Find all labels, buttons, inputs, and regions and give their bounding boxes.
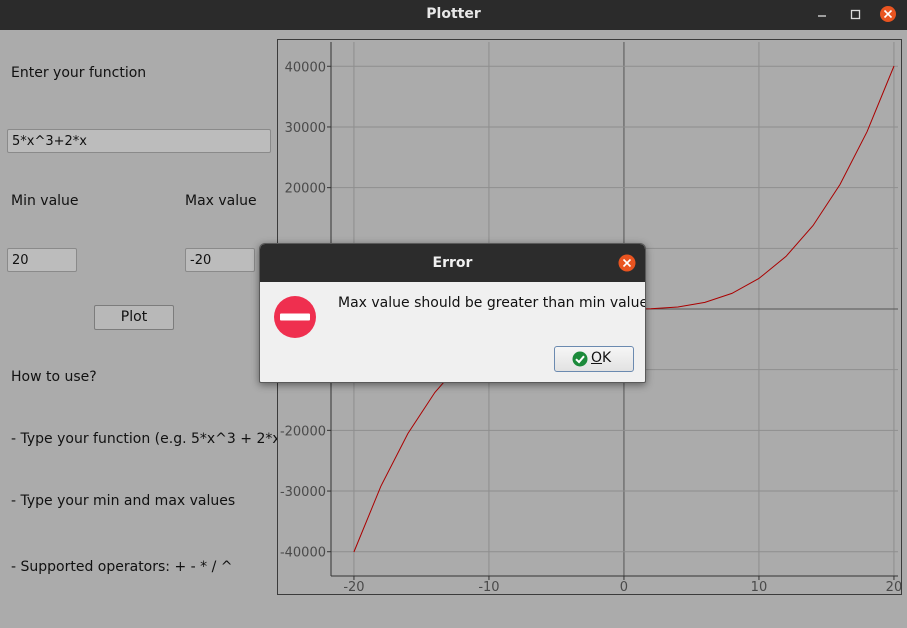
close-window-button[interactable] [877, 5, 899, 25]
min-value-label: Min value [11, 193, 79, 209]
window-title: Plotter [426, 6, 481, 22]
ok-mnemonic: O [591, 350, 603, 366]
min-value-input[interactable] [7, 248, 77, 272]
error-message: Max value should be greater than min val… [338, 295, 646, 311]
x-tick-label: 20 [886, 580, 901, 594]
controls-panel: Enter your function Min value Max value … [0, 30, 286, 628]
y-tick-label: -40000 [280, 546, 326, 561]
y-tick-label: -20000 [280, 424, 326, 439]
howto-step-values: - Type your min and max values [11, 493, 236, 509]
y-tick-label: 40000 [285, 60, 326, 75]
howto-step-operators: - Supported operators: + - * / ^ [11, 559, 233, 575]
close-icon [618, 254, 636, 272]
dialog-close-button[interactable] [617, 253, 637, 273]
error-icon [273, 295, 317, 339]
window-titlebar: Plotter [0, 0, 907, 30]
checkmark-icon [572, 351, 588, 367]
function-input[interactable] [7, 129, 271, 153]
y-tick-label: 20000 [285, 182, 326, 197]
dialog-title: Error [432, 255, 473, 271]
y-tick-label: -30000 [280, 485, 326, 500]
maximize-button[interactable] [845, 5, 867, 25]
x-tick-label: 10 [751, 580, 768, 594]
howto-title: How to use? [11, 369, 97, 385]
ok-label-rest: K [602, 350, 612, 366]
x-tick-label: -10 [478, 580, 499, 594]
error-dialog: Error Max value should be greater than m… [259, 243, 646, 383]
minimize-icon [818, 15, 826, 17]
maximize-icon [850, 9, 861, 20]
x-tick-label: -20 [343, 580, 364, 594]
max-value-label: Max value [185, 193, 257, 209]
ok-button-label: OK [591, 350, 611, 366]
function-label: Enter your function [11, 65, 147, 81]
x-tick-label: 0 [620, 580, 628, 594]
max-value-input[interactable] [185, 248, 255, 272]
howto-step-function: - Type your function (e.g. 5*x^3 + 2*x) [11, 431, 287, 447]
ok-button[interactable]: OK [554, 346, 634, 372]
plot-button[interactable]: Plot [94, 305, 174, 330]
y-tick-label: 30000 [285, 121, 326, 136]
minimize-button[interactable] [811, 5, 833, 25]
close-icon [880, 6, 896, 22]
dialog-titlebar: Error [260, 244, 645, 282]
